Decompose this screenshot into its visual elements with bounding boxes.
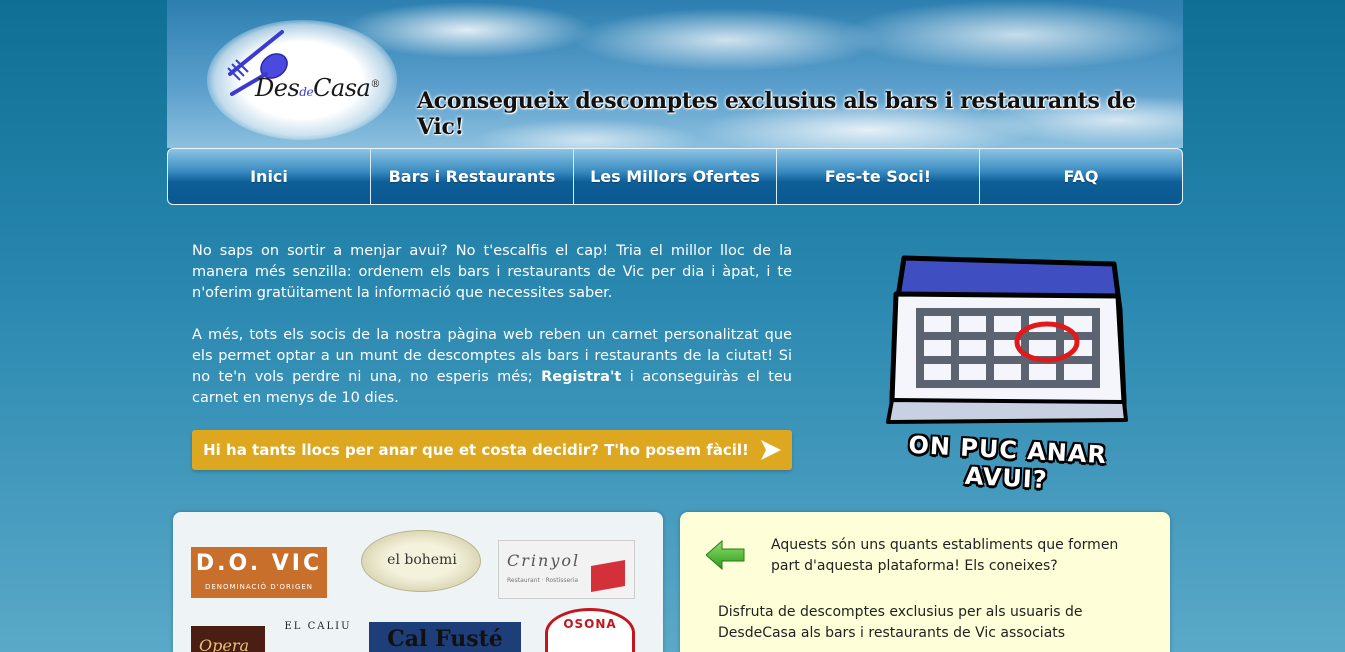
nav-item-faq[interactable]: FAQ: [980, 149, 1182, 204]
cta-label: Hi ha tants llocs per anar que et costa …: [203, 441, 749, 459]
header-banner: DesdeCasa® Aconsegueix descomptes exclus…: [167, 0, 1183, 148]
intro-paragraph-2: A més, tots els socis de la nostra pàgin…: [192, 327, 793, 406]
main-nav: Inici Bars i Restaurants Les Millors Ofe…: [167, 148, 1183, 205]
intro-text: No saps on sortir a menjar avui? No t'es…: [192, 241, 792, 430]
restaurant-logos-panel: D.O. VIC DENOMINACIÓ D'ORIGEN el bohemi …: [173, 512, 663, 652]
logo-cal-fuste[interactable]: Cal Fusté: [369, 622, 521, 652]
calendar-icon: [886, 255, 1128, 424]
logo[interactable]: DesdeCasa®: [255, 74, 380, 102]
box-icon: [591, 560, 625, 592]
logo-do-vic[interactable]: D.O. VIC DENOMINACIÓ D'ORIGEN: [191, 547, 327, 598]
nav-item-fes-te-soci[interactable]: Fes-te Soci!: [777, 149, 980, 204]
nav-item-bars-restaurants[interactable]: Bars i Restaurants: [371, 149, 574, 204]
nav-item-millors-ofertes[interactable]: Les Millors Ofertes: [574, 149, 777, 204]
logo-opera[interactable]: Opera: [191, 626, 265, 652]
info-panel: Aquests són uns quants establiments que …: [680, 512, 1170, 652]
calendar-illustration[interactable]: ON PUC ANAR AVUI?: [862, 250, 1152, 494]
nav-item-inici[interactable]: Inici: [168, 149, 371, 204]
tagline: Aconsegueix descomptes exclusius als bar…: [417, 88, 1136, 140]
arrow-right-icon: [760, 440, 781, 460]
info-discount-text: Disfruta de descomptes exclusius per als…: [718, 604, 1083, 641]
logo-crinyol[interactable]: Crinyol Restaurant · Rostisseria: [498, 540, 635, 599]
register-link[interactable]: Registra't: [541, 369, 621, 385]
logo-el-caliu[interactable]: EL CALIU: [283, 620, 353, 652]
intro-paragraph-1: No saps on sortir a menjar avui? No t'es…: [192, 243, 792, 301]
logo-osona[interactable]: OSONA: [545, 608, 635, 652]
info-intro-text: Aquests són uns quants establiments que …: [771, 537, 1119, 574]
arrow-left-icon: [706, 540, 745, 570]
logo-el-bohemi[interactable]: el bohemi: [361, 530, 481, 592]
cta-button[interactable]: Hi ha tants llocs per anar que et costa …: [192, 430, 792, 470]
